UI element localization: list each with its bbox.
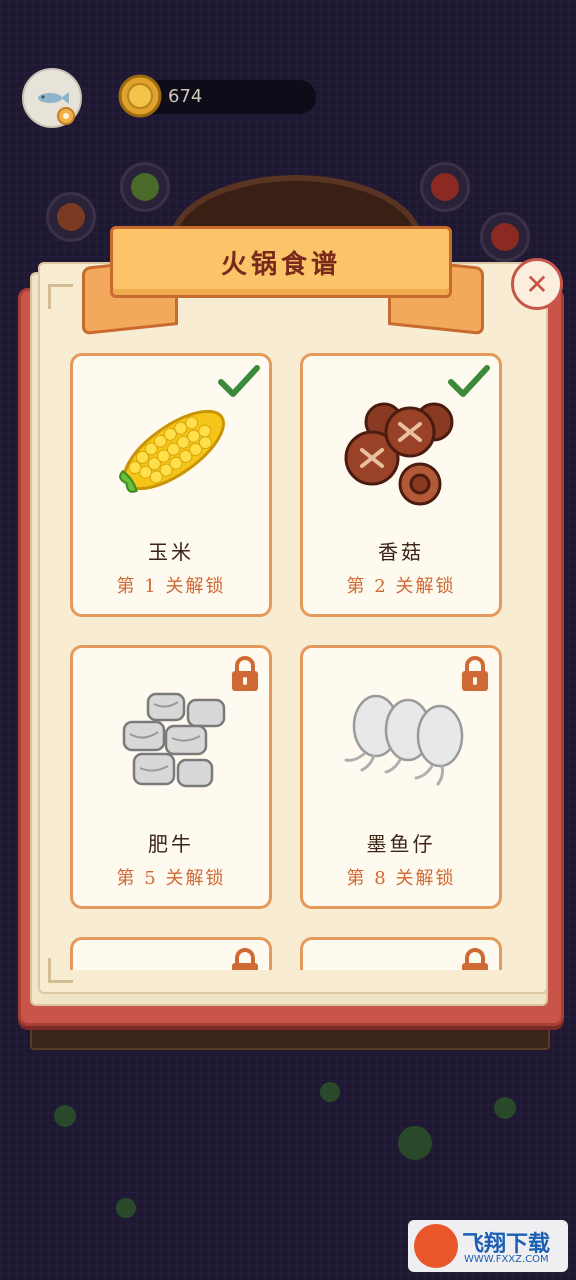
lock-icon (229, 656, 261, 696)
watermark-url: WWW.FXXZ.COM (464, 1254, 549, 1265)
recipe-unlock-level: 第 1 关解锁 (116, 576, 226, 597)
recipe-card-locked[interactable] (300, 937, 502, 970)
leaf-decor (320, 1082, 340, 1102)
leaf-decor (116, 1198, 136, 1218)
settings-gear-icon[interactable] (56, 106, 76, 126)
recipe-unlock-level: 第 2 关解锁 (346, 576, 456, 597)
check-icon (217, 364, 261, 402)
recipe-name: 玉米 (148, 540, 194, 564)
ingredient-bowl (420, 162, 470, 212)
leaf-decor (494, 1097, 516, 1119)
recipe-card-beef[interactable]: 肥牛 第 5 关解锁 (70, 645, 272, 909)
corn-icon (104, 390, 244, 510)
ingredient-bowl (46, 192, 96, 242)
recipe-card-squid[interactable]: 墨鱼仔 第 8 关解锁 (300, 645, 502, 909)
recipe-unlock-level: 第 8 关解锁 (346, 868, 456, 889)
lock-icon (459, 656, 491, 696)
ingredient-bowl (120, 162, 170, 212)
close-button[interactable]: ✕ (511, 258, 563, 310)
corner-ornament (48, 284, 73, 309)
recipe-card-mushroom[interactable]: 香菇 第 2 关解锁 (300, 353, 502, 617)
leaf-decor (398, 1126, 432, 1160)
watermark-logo-icon (414, 1224, 458, 1268)
fish-icon (38, 92, 69, 104)
recipe-name: 墨鱼仔 (366, 832, 436, 856)
recipe-grid[interactable]: 玉米 第 1 关解锁 香菇 第 2 关解锁 肥牛 第 5 关解锁 墨鱼仔 第 8… (62, 345, 514, 970)
recipe-name: 肥牛 (148, 832, 194, 856)
beef-roll-icon (104, 682, 244, 802)
panel-title: 火锅食谱 (220, 249, 341, 280)
squid-icon (334, 682, 474, 802)
recipe-name: 香菇 (378, 540, 424, 564)
title-ribbon: 火锅食谱 (110, 226, 452, 298)
mushroom-icon (334, 390, 474, 510)
recipe-card-corn[interactable]: 玉米 第 1 关解锁 (70, 353, 272, 617)
lock-icon (459, 948, 491, 970)
leaf-decor (54, 1105, 76, 1127)
lock-icon (229, 948, 261, 970)
recipe-card-locked[interactable] (70, 937, 272, 970)
close-icon: ✕ (525, 267, 549, 301)
recipe-unlock-level: 第 5 关解锁 (116, 868, 226, 889)
check-icon (447, 364, 491, 402)
ingredient-bowl (480, 212, 530, 262)
coin-count: 674 (168, 86, 203, 107)
coin-icon (118, 74, 162, 118)
